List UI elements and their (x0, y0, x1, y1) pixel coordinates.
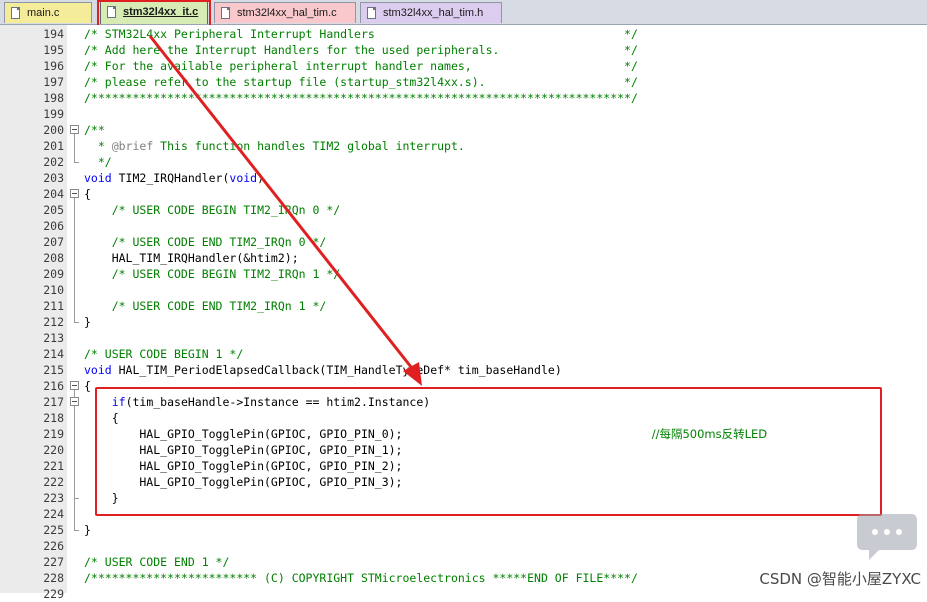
annotation-arrow (148, 35, 422, 386)
watermark-text: CSDN @智能小屋ZYXC (759, 570, 921, 588)
chat-bubble-icon (857, 514, 917, 560)
